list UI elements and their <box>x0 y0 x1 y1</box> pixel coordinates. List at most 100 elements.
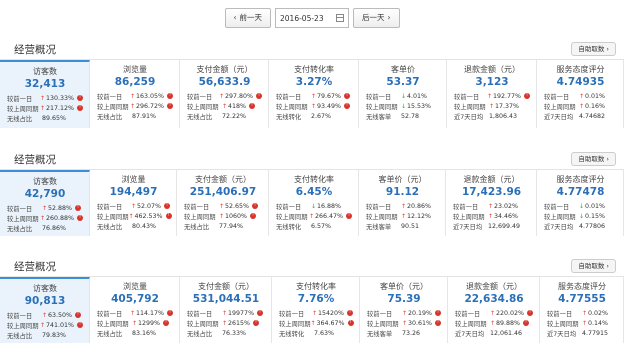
row-value: 192.77% <box>492 92 521 100</box>
metric-card[interactable]: 支付转化率 7.76% 较前一日 ↑ 15420%! 较上周同期 ↑ 364.67%… <box>272 277 360 343</box>
row-value: 52.07% <box>136 202 161 210</box>
metric-card[interactable]: 退款金额（元） 3,123 较前一日 ↑ 192.77%! 较上周同期 ↑ 17.3… <box>447 60 537 128</box>
metric-label: 支付转化率 <box>294 65 334 74</box>
alert-badge-icon[interactable]: ! <box>167 93 173 99</box>
row-value: 260.88% <box>45 214 74 222</box>
metric-card[interactable]: 客单价 53.37 较前一日 ↓ 4.01% 较上周同期 ↓ 15.53% 无线客单… <box>359 60 447 128</box>
metric-value: 3,123 <box>475 76 509 88</box>
day-over-day-row: 较前一日 ↑ 20.86% <box>366 201 439 211</box>
self-service-data-button[interactable]: 自助取数 › <box>571 259 616 273</box>
alert-badge-icon[interactable]: ! <box>77 105 83 111</box>
alert-badge-icon[interactable]: ! <box>344 93 351 99</box>
alert-badge-icon[interactable]: ! <box>435 310 441 316</box>
row-value: 4.77806 <box>579 222 606 230</box>
prev-day-label: 前一天 <box>239 13 263 22</box>
arrow-up-icon: ↑ <box>130 202 136 210</box>
arrow-up-icon: ↑ <box>401 309 407 317</box>
row-value: 30.61% <box>407 319 432 327</box>
arrow-up-icon: ↑ <box>219 202 225 210</box>
day-over-day-row: 较前一日 ↓ 16.88% <box>276 201 352 211</box>
metric-card[interactable]: 退款金额（元） 17,423.96 较前一日 ↑ 23.02% 较上周同期 ↑ 34… <box>446 170 537 236</box>
metric-card[interactable]: 浏览量 194,497 较前一日 ↑ 52.07%! 较上周同期 ↑ 462.53%… <box>90 170 177 236</box>
date-input[interactable]: 2016-05-23 <box>275 8 349 28</box>
alert-badge-icon[interactable]: ! <box>167 310 173 316</box>
alert-badge-icon[interactable]: ! <box>167 103 173 109</box>
overview-section: 经营概况 自助取数 › 访客数 32,413 较前一日 ↑ 130.33%! 较上… <box>0 38 624 128</box>
row-value: 15.53% <box>407 102 432 110</box>
self-service-data-button[interactable]: 自助取数 › <box>571 42 616 56</box>
week-over-week-row: 较上周同期 ↑ 217.12%! <box>7 103 83 113</box>
alert-badge-icon[interactable]: ! <box>164 203 170 209</box>
day-over-day-row: 较前一日 ↑ 130.33%! <box>7 93 83 103</box>
day-over-day-row: 较前一日 ↓ 4.01% <box>366 91 440 101</box>
metric-card[interactable]: 客单价（元） 75.39 较前一日 ↑ 20.19%! 较上周同期 ↑ 30.61%… <box>360 277 448 343</box>
metric-label: 支付转化率 <box>294 175 334 184</box>
row-label: 较上周同期 <box>544 213 576 221</box>
arrow-up-icon: ↑ <box>489 309 495 317</box>
row-label: 无线转化 <box>276 113 302 121</box>
row-label: 无线占比 <box>187 113 213 121</box>
row-value: 15420% <box>317 309 344 317</box>
alert-badge-icon[interactable]: ! <box>250 213 257 219</box>
metric-value: 32,413 <box>24 78 66 90</box>
alert-badge-icon[interactable]: ! <box>347 310 353 316</box>
alert-badge-icon[interactable]: ! <box>75 205 82 211</box>
arrow-up-icon: ↑ <box>222 319 228 327</box>
alert-badge-icon[interactable]: ! <box>346 213 352 219</box>
metric-card[interactable]: 浏览量 405,792 较前一日 ↑ 114.17%! 较上周同期 ↑ 1299%!… <box>90 277 180 343</box>
row-label: 较前一日 <box>366 93 392 101</box>
alert-badge-icon[interactable]: ! <box>256 93 262 99</box>
metric-value: 4.77478 <box>556 186 605 198</box>
metric-card[interactable]: 退款金额（元） 22,634.86 较前一日 ↑ 220.02%! 较上周同期 ↑… <box>448 277 540 343</box>
metric-label: 服务态度评分 <box>556 175 605 184</box>
arrow-up-icon: ↑ <box>218 92 224 100</box>
metric-card[interactable]: 浏览量 86,259 较前一日 ↑ 163.05%! 较上周同期 ↑ 296.72%… <box>90 60 180 128</box>
alert-badge-icon[interactable]: ! <box>77 322 83 328</box>
metric-card[interactable]: 支付转化率 3.27% 较前一日 ↑ 79.67%! 较上周同期 ↑ 93.49%!… <box>269 60 359 128</box>
metric-card[interactable]: 客单价（元） 91.12 较前一日 ↑ 20.86% 较上周同期 ↑ 12.12% … <box>359 170 446 236</box>
metric-card[interactable]: 服务态度评分 4.74935 较前一日 ↑ 0.01% 较上周同期 ↑ 0.16% … <box>537 60 624 128</box>
prev-day-button[interactable]: ‹ 前一天 <box>224 8 271 28</box>
row-label: 无线客单 <box>366 113 392 121</box>
alert-badge-icon[interactable]: ! <box>252 203 259 209</box>
alert-badge-icon[interactable]: ! <box>165 213 172 219</box>
metric-card[interactable]: 支付转化率 6.45% 较前一日 ↓ 16.88% 较上周同期 ↑ 266.47%!… <box>269 170 359 236</box>
wireless-row: 无线转化 7.63% <box>279 328 353 338</box>
week-over-week-row: 较上周同期 ↑ 30.61%! <box>367 318 441 328</box>
metric-value: 53.37 <box>386 76 420 88</box>
week-over-week-row: 较上周同期 ↑ 89.88%! <box>455 318 533 328</box>
alert-badge-icon[interactable]: ! <box>435 320 441 326</box>
row-value: 17.37% <box>495 102 520 110</box>
alert-badge-icon[interactable]: ! <box>77 215 83 221</box>
alert-badge-icon[interactable]: ! <box>249 103 256 109</box>
arrow-up-icon: ↑ <box>488 202 494 210</box>
metric-label: 访客数 <box>33 284 57 293</box>
alert-badge-icon[interactable]: ! <box>527 310 533 316</box>
wireless-row: 无线客单 52.78 <box>366 111 440 121</box>
metric-card[interactable]: 支付金额（元） 531,044.51 较前一日 ↑ 19977%! 较上周同期 ↑… <box>180 277 272 343</box>
alert-badge-icon[interactable]: ! <box>163 320 170 326</box>
row-value: 20.19% <box>407 309 432 317</box>
metric-card[interactable]: 支付金额（元） 56,633.9 较前一日 ↑ 297.80%! 较上周同期 ↑ 4… <box>180 60 269 128</box>
alert-badge-icon[interactable]: ! <box>523 320 530 326</box>
row-label: 较上周同期 <box>366 103 398 111</box>
row-value: 90.51 <box>401 222 420 230</box>
metric-card[interactable]: 支付金额（元） 251,406.97 较前一日 ↑ 52.65%! 较上周同期 ↑… <box>177 170 269 236</box>
metric-card[interactable]: 服务态度评分 4.77478 较前一日 ↓ 0.01% 较上周同期 ↓ 0.15% … <box>537 170 624 236</box>
alert-badge-icon[interactable]: ! <box>347 320 354 326</box>
alert-badge-icon[interactable]: ! <box>77 95 83 101</box>
alert-badge-icon[interactable]: ! <box>257 310 264 316</box>
alert-badge-icon[interactable]: ! <box>75 312 82 318</box>
metric-card[interactable]: 访客数 90,813 较前一日 ↑ 63.50%! 较上周同期 ↑ 741.01%!… <box>0 277 90 343</box>
next-day-button[interactable]: 后一天 › <box>353 8 400 28</box>
alert-badge-icon[interactable]: ! <box>253 320 260 326</box>
row-label: 较上周同期 <box>367 320 399 328</box>
metric-value: 86,259 <box>114 76 156 88</box>
alert-badge-icon[interactable]: ! <box>344 103 351 109</box>
alert-badge-icon[interactable]: ! <box>524 93 530 99</box>
metric-card[interactable]: 访客数 32,413 较前一日 ↑ 130.33%! 较上周同期 ↑ 217.12%… <box>0 60 90 128</box>
metric-card[interactable]: 服务态度评分 4.77555 较前一日 ↑ 0.02% 较上周同期 ↑ 0.14% … <box>540 277 624 343</box>
calendar-icon[interactable] <box>336 14 344 22</box>
self-service-data-button[interactable]: 自助取数 › <box>571 152 616 166</box>
metric-card[interactable]: 访客数 42,790 较前一日 ↑ 52.88%! 较上周同期 ↑ 260.88%!… <box>0 170 90 236</box>
